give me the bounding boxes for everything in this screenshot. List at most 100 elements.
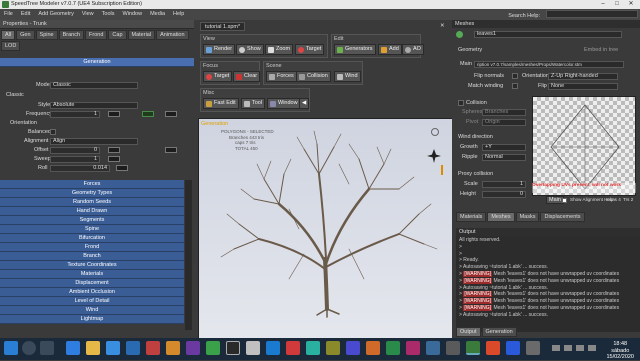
sweep-curve-swatch[interactable] [108, 156, 120, 162]
section-materials[interactable]: Materials [0, 270, 184, 279]
app-icon-16[interactable] [446, 341, 460, 355]
app-icon-6[interactable] [246, 341, 260, 355]
menu-add-geometry[interactable]: Add Geometry [34, 9, 77, 19]
tab-generation[interactable]: Generation [481, 327, 517, 337]
show-alignment-checkbox[interactable] [562, 198, 567, 203]
ripple-select[interactable]: Normal [482, 154, 526, 161]
tab-cap[interactable]: Cap [108, 30, 127, 40]
frequency-field[interactable]: 1 [50, 111, 100, 118]
menu-file[interactable]: File [0, 9, 17, 19]
mesh-add-icon[interactable] [456, 31, 463, 38]
generation-header[interactable]: Generation [0, 58, 194, 67]
app-icon-8[interactable] [286, 341, 300, 355]
section-bifurcation[interactable]: Bifurcation [0, 234, 184, 243]
collision-button[interactable]: Collision [296, 71, 331, 82]
section-texture-coordinates[interactable]: Texture Coordinates [0, 261, 184, 270]
tab-meshes[interactable]: Meshes [487, 212, 515, 222]
app-icon-13[interactable] [386, 341, 400, 355]
tab-gen[interactable]: Gen [16, 30, 35, 40]
minimize-icon[interactable]: – [596, 0, 610, 9]
task-view-icon[interactable] [40, 341, 54, 355]
tool-button[interactable]: Tool [241, 98, 266, 109]
tray-icons[interactable] [552, 345, 596, 351]
tab-lod[interactable]: LOD [1, 41, 21, 51]
ao-button[interactable]: AO [402, 44, 424, 55]
app-icon-12[interactable] [366, 341, 380, 355]
section-hand-drawn[interactable]: Hand Drawn [0, 207, 184, 216]
tab-frond[interactable]: Frond [85, 30, 108, 40]
app-icon-10[interactable] [326, 341, 340, 355]
app-icon-15[interactable] [426, 341, 440, 355]
fast-edit-button[interactable]: Fast Edit [203, 98, 239, 109]
tab-animation[interactable]: Animation [156, 30, 189, 40]
offset-field[interactable]: 0 [50, 147, 100, 154]
tab-output[interactable]: Output [456, 327, 481, 337]
tab-displacements[interactable]: Displacements [540, 212, 585, 222]
app-icon-5[interactable] [226, 341, 240, 355]
3d-viewport[interactable]: Generation POLYGONS - SELECTED Branches … [198, 118, 454, 354]
app-icon-18[interactable] [506, 341, 520, 355]
tab-all[interactable]: All [1, 30, 16, 40]
roll-curve-swatch[interactable] [116, 165, 128, 171]
app-icon-17[interactable] [486, 341, 500, 355]
alignment-select[interactable]: Align [50, 138, 138, 145]
close-tab-icon[interactable]: ✕ [440, 23, 445, 29]
section-spine[interactable]: Spine [0, 225, 184, 234]
menu-edit[interactable]: Edit [17, 9, 34, 19]
tab-material[interactable]: Material [127, 30, 156, 40]
search-input[interactable] [546, 10, 638, 18]
main-mesh-path[interactable]: ription v7.0.7/samples/meshes/Props/Wate… [474, 61, 624, 68]
mesh-name-select[interactable]: leaves1 [474, 31, 622, 38]
flip-select[interactable]: None [548, 83, 618, 90]
app-icon-2[interactable] [166, 341, 180, 355]
explorer-icon[interactable] [86, 341, 100, 355]
menu-help[interactable]: Help [169, 9, 188, 19]
clear-button[interactable]: Clear [233, 71, 261, 82]
wind-button[interactable]: Wind [334, 71, 361, 82]
app-icon-4[interactable] [206, 341, 220, 355]
speedtree-icon[interactable] [466, 341, 480, 355]
scrollbar[interactable] [185, 180, 192, 330]
focus-target-button[interactable]: Target [203, 71, 233, 82]
maximize-icon[interactable]: □ [610, 0, 624, 9]
app-icon-11[interactable] [346, 341, 360, 355]
mesh-preview[interactable] [532, 96, 636, 196]
pivot-select[interactable]: Origin [482, 119, 526, 126]
show-button[interactable]: Show [236, 44, 264, 55]
scale-field[interactable]: 1 [482, 181, 526, 188]
collision-checkbox[interactable] [458, 100, 464, 106]
tab-spine[interactable]: Spine [35, 30, 58, 40]
section-displacement[interactable]: Displacement [0, 279, 184, 288]
balanced-checkbox[interactable] [50, 129, 56, 135]
growth-select[interactable]: +Y [482, 144, 526, 151]
sweep-field[interactable]: 1 [50, 156, 100, 163]
app-icon-3[interactable] [186, 341, 200, 355]
store-icon[interactable] [106, 341, 120, 355]
clock[interactable]: 18:48 sábado 15/02/2020 [606, 341, 634, 361]
search-icon[interactable] [22, 341, 36, 355]
section-segments[interactable]: Segments [0, 216, 184, 225]
back-arrow-button[interactable]: ◀ [299, 98, 309, 109]
forces-button[interactable]: Forces [266, 71, 297, 82]
zoom-button[interactable]: Zoom [265, 44, 294, 55]
section-lightmap[interactable]: Lightmap [0, 315, 184, 324]
app-icon-19[interactable] [526, 341, 540, 355]
menu-tools[interactable]: Tools [98, 9, 119, 19]
mode-select[interactable]: Classic [50, 82, 138, 89]
app-icon-9[interactable] [306, 341, 320, 355]
menu-media[interactable]: Media [146, 9, 169, 19]
roll-field[interactable]: 0.014 [50, 165, 110, 172]
section-wind[interactable]: Wind [0, 306, 184, 315]
target-button[interactable]: Target [295, 44, 325, 55]
tab-masks[interactable]: Masks [515, 212, 540, 222]
close-icon[interactable]: ✕ [624, 0, 638, 9]
add-button[interactable]: Add [378, 44, 402, 55]
start-icon[interactable] [4, 341, 18, 355]
render-button[interactable]: Render [203, 44, 236, 55]
frequency-variance-swatch[interactable] [142, 111, 154, 117]
section-random-seeds[interactable]: Random Seeds [0, 198, 184, 207]
height-field[interactable]: 0 [482, 191, 526, 198]
flip-normals-checkbox[interactable] [512, 73, 518, 79]
frequency-curve-swatch[interactable] [108, 111, 120, 117]
generators-button[interactable]: Generators [334, 44, 376, 55]
